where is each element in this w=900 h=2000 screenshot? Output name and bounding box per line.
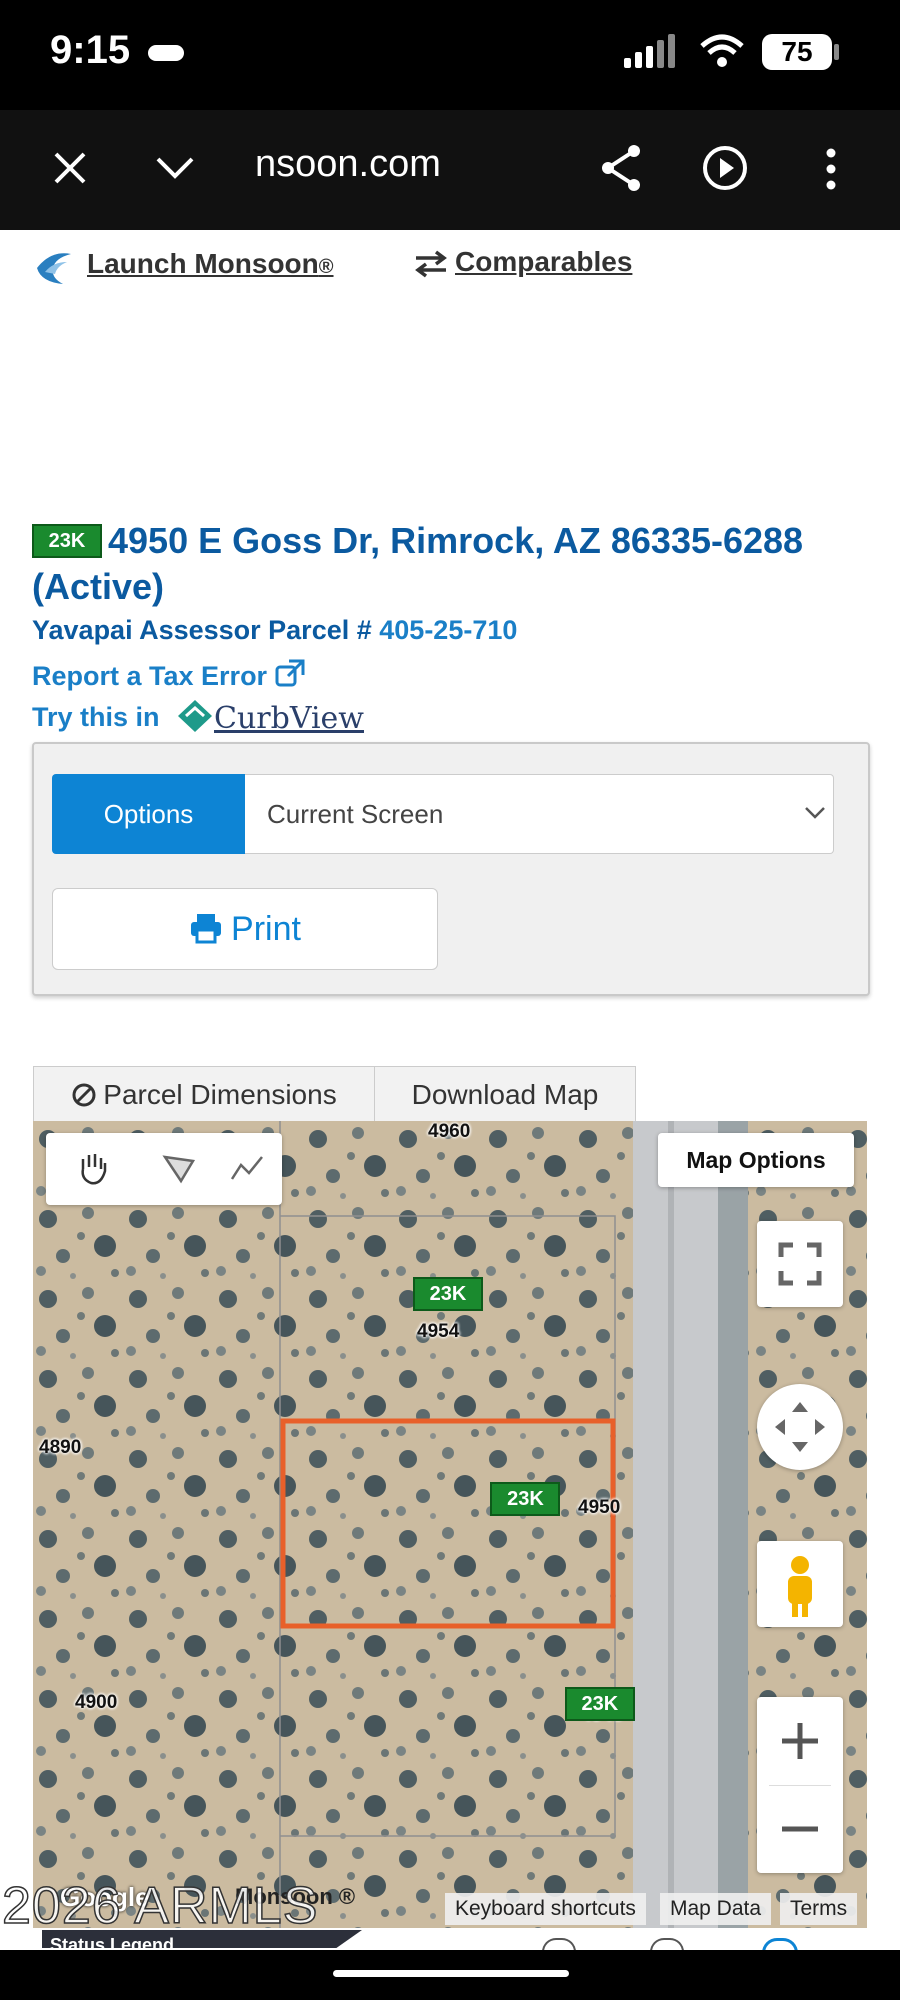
status-legend-tab[interactable]: Status Legend [42, 1930, 362, 1948]
listing-title: 23K 4950 E Goss Dr, Rimrock, AZ 86335-628… [32, 518, 872, 610]
map-price-marker[interactable]: 23K [413, 1277, 483, 1311]
map-price-marker[interactable]: 23K [564, 1687, 635, 1721]
signal-icon [624, 34, 675, 68]
battery-indicator: 75 [762, 34, 832, 70]
keyboard-shortcuts-link[interactable]: Keyboard shortcuts [445, 1893, 646, 1925]
parcel-line: Yavapai Assessor Parcel # 405-25-710 [32, 615, 517, 646]
map-options-button[interactable]: Map Options [658, 1133, 854, 1187]
swap-arrows-icon [415, 250, 447, 278]
launch-monsoon-link[interactable]: Launch Monsoon® [87, 248, 334, 280]
battery-cap [834, 44, 839, 60]
more-menu-icon[interactable] [825, 148, 837, 190]
zoom-in-button[interactable] [757, 1697, 843, 1785]
browser-toolbar [0, 110, 900, 230]
chevron-down-icon [805, 807, 825, 819]
options-button[interactable]: Options [52, 774, 245, 854]
ban-icon [72, 1083, 96, 1107]
zoom-out-button[interactable] [757, 1785, 843, 1873]
map-view[interactable]: Map Options 4960 4954 4890 4950 4900 494… [33, 1121, 867, 1928]
tab-parcel-dimensions[interactable]: Parcel Dimensions [33, 1066, 375, 1123]
report-tax-error-link[interactable]: Report a Tax Error [32, 659, 305, 692]
url-field[interactable]: nsoon.com [255, 143, 441, 186]
line-draw-icon[interactable] [229, 1151, 265, 1185]
try-curbview-line: Try this in [32, 702, 160, 732]
play-icon[interactable] [702, 145, 748, 191]
pegman-icon [788, 1556, 812, 1617]
listing-status: (Active) [32, 566, 165, 607]
parcel-number-link[interactable]: 405-25-710 [379, 615, 517, 645]
printer-icon [191, 914, 222, 944]
curbview-logo-icon [178, 700, 212, 732]
tab-download-map[interactable]: Download Map [374, 1066, 636, 1123]
parcel-number-label: 4900 [75, 1692, 118, 1713]
price-tag: 23K [32, 524, 102, 558]
external-link-icon [275, 659, 305, 687]
parcel-number-label: 4954 [417, 1321, 460, 1342]
map-price-marker[interactable]: 23K [490, 1482, 561, 1516]
street-view-pegman[interactable] [757, 1541, 843, 1627]
polygon-draw-icon[interactable] [161, 1151, 197, 1185]
chevron-down-icon[interactable] [155, 156, 195, 180]
listing-address: 4950 E Goss Dr, Rimrock, AZ 86335-6288 [108, 520, 804, 561]
print-button[interactable]: Print [52, 888, 438, 970]
fullscreen-button[interactable] [757, 1221, 843, 1307]
status-time: 9:15 [50, 28, 131, 72]
parcel-label: Yavapai Assessor Parcel # [32, 615, 372, 645]
parcel-number-label: 4960 [428, 1121, 471, 1142]
fullscreen-icon [778, 1242, 822, 1286]
parcel-number-label: 4890 [39, 1437, 82, 1458]
wifi-icon [700, 34, 744, 67]
home-indicator[interactable] [333, 1970, 569, 1977]
monsoon-logo-icon [37, 253, 71, 284]
curbview-link[interactable]: CurbView [176, 698, 364, 736]
screen-select[interactable]: Current Screen [245, 774, 834, 854]
share-icon[interactable] [598, 143, 644, 193]
pan-control[interactable] [757, 1384, 843, 1470]
satellite-imagery [33, 1121, 867, 1928]
map-data-link[interactable]: Map Data [660, 1893, 772, 1925]
dnd-icon [148, 45, 184, 61]
compass-icon [775, 1402, 825, 1452]
comparables-link[interactable]: Comparables [455, 246, 632, 278]
parcel-number-label: 4950 [578, 1497, 621, 1518]
terms-link[interactable]: Terms [780, 1893, 858, 1925]
close-icon[interactable] [52, 150, 88, 186]
hand-pan-icon[interactable] [75, 1149, 111, 1187]
watermark: 2026 ARMLS [1, 1876, 319, 1936]
